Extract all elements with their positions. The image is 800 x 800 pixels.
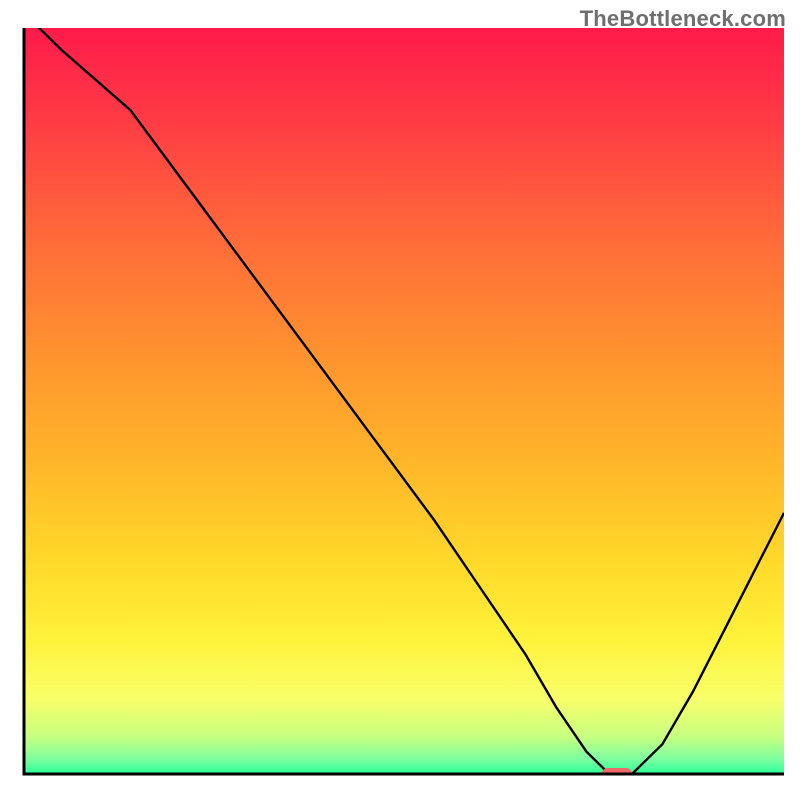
bottleneck-curve-chart	[0, 0, 800, 800]
gradient-background	[24, 28, 784, 774]
watermark-text: TheBottleneck.com	[580, 6, 786, 32]
chart-container: TheBottleneck.com	[0, 0, 800, 800]
